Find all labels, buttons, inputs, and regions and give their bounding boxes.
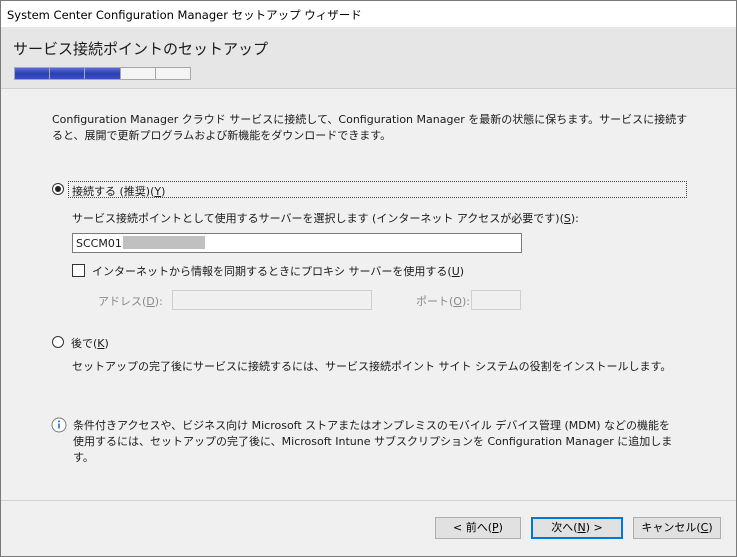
progress-segment [155,68,191,79]
next-button[interactable]: 次へ(N) > [531,517,623,539]
address-label: アドレス(D): [98,295,163,308]
wizard-progress-bar [14,67,191,80]
proxy-checkbox[interactable] [72,264,85,277]
page-title: サービス接続ポイントのセットアップ [13,40,269,58]
setup-wizard-window: System Center Configuration Manager セットア… [0,0,737,557]
server-input[interactable]: SCCM01 [72,233,522,253]
progress-segment [120,68,156,79]
back-button[interactable]: < 前へ(P) [435,517,521,539]
port-label: ポート(O): [416,295,470,308]
proxy-checkbox-label[interactable]: インターネットから情報を同期するときにプロキシ サーバーを使用する(U) [92,263,464,279]
wizard-header: サービス接続ポイントのセットアップ [1,27,736,89]
redacted-region [122,236,205,249]
port-input[interactable] [471,290,521,310]
address-input[interactable] [172,290,372,310]
later-option[interactable]: 後で(K) [52,335,252,351]
server-select-label: サービス接続ポイントとして使用するサーバーを選択します (インターネット アクセ… [72,212,579,225]
connect-radio[interactable] [52,183,64,195]
later-description: セットアップの完了後にサービスに接続するには、サービス接続ポイント サイト シス… [72,360,672,373]
later-radio-label[interactable]: 後で(K) [71,335,109,351]
wizard-content: Configuration Manager クラウド サービスに接続して、Con… [1,90,736,500]
later-radio[interactable] [52,336,64,348]
info-text: 条件付きアクセスや、ビジネス向け Microsoft ストアまたはオンプレミスの… [73,419,673,464]
info-icon [51,417,67,433]
intro-text: Configuration Manager クラウド サービスに接続して、Con… [52,113,688,142]
proxy-option[interactable]: インターネットから情報を同期するときにプロキシ サーバーを使用する(U) [72,263,464,279]
server-input-value: SCCM01 [76,237,122,250]
progress-segment [85,68,121,79]
cancel-button[interactable]: キャンセル(C) [633,517,721,539]
footer-divider [1,500,736,501]
connect-option[interactable]: 接続する (推奨)(Y) [52,181,687,198]
window-title: System Center Configuration Manager セットア… [7,8,362,22]
title-bar: System Center Configuration Manager セットア… [1,1,736,27]
progress-segment [15,68,51,79]
progress-segment [50,68,86,79]
connect-radio-label[interactable]: 接続する (推奨)(Y) [68,181,687,198]
